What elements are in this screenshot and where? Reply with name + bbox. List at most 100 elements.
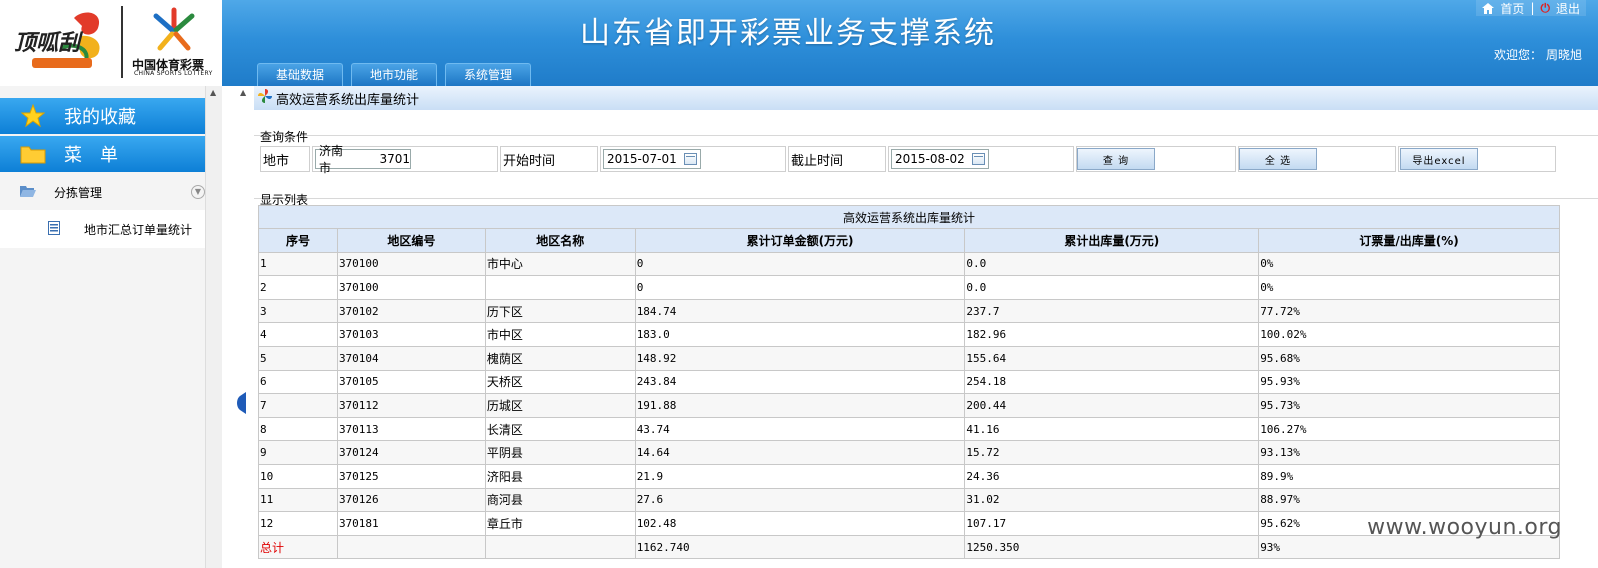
table-cell: 254.18 — [964, 369, 1260, 395]
main-content: ▲ 高效运营系统出库量统计 查询条件 地市 济南市 3701 开始时间 2015… — [240, 86, 1598, 568]
table-row: 3 370102 历下区 184.74 237.7 77.72% — [258, 298, 1560, 324]
chevron-down-icon[interactable]: ▼ — [191, 185, 205, 199]
table-cell: 370105 — [336, 369, 486, 395]
select-all-button[interactable]: 全 选 — [1239, 148, 1317, 170]
table-cell: 14.64 — [634, 440, 966, 465]
query-form: 地市 济南市 3701 开始时间 2015-07-01 截止时间 2015-08… — [260, 144, 1598, 175]
sidebar-group-sorting[interactable]: 分拣管理 ▼ — [0, 178, 205, 206]
end-time-label: 截止时间 — [791, 153, 844, 169]
search-button-cell: 查 询 — [1076, 146, 1236, 172]
table-cell: 天桥区 — [484, 369, 636, 395]
table-cell: 370112 — [336, 393, 486, 418]
home-link[interactable]: 首页 — [1500, 0, 1524, 17]
total-label: 总计 — [258, 534, 338, 560]
table-row: 10 370125 济阳县 21.9 24.36 89.9% — [258, 463, 1560, 489]
table-cell: 370103 — [336, 322, 486, 347]
table-cell: 0 — [634, 275, 966, 300]
export-button-cell: 导出excel — [1398, 146, 1556, 172]
table-cell: 370124 — [336, 440, 486, 465]
tab-city-functions[interactable]: 地市功能 — [351, 63, 438, 86]
leaf-label: 地市汇总订单量统计 — [84, 222, 193, 237]
table-cell: 182.96 — [964, 322, 1260, 347]
table-cell: 77.72% — [1258, 298, 1560, 324]
document-icon — [48, 220, 60, 238]
column-header: 序号 — [258, 228, 338, 253]
table-cell: 1 — [258, 251, 338, 277]
table-cell: 0.0 — [964, 251, 1260, 277]
menu-label: 菜 单 — [64, 145, 118, 166]
export-excel-button[interactable]: 导出excel — [1400, 148, 1478, 170]
table-cell: 6 — [258, 369, 338, 395]
table-row: 12 370181 章丘市 102.48 107.17 95.62% — [258, 511, 1560, 536]
table-cell: 183.0 — [634, 322, 966, 347]
header-bar: 顶呱刮 中国体育彩票 CHINA SPORTS LOTTERY 山东省即开彩票业… — [0, 0, 1598, 86]
table-cell: 89.9% — [1258, 463, 1560, 489]
table-row: 5 370104 槐荫区 148.92 155.64 95.68% — [258, 345, 1560, 371]
table-row: 2 370100 0 0.0 0% — [258, 275, 1560, 300]
table-cell: 0% — [1258, 251, 1560, 277]
logout-link[interactable]: 退出 — [1556, 0, 1580, 17]
sports-lottery-emblem-icon — [153, 7, 195, 51]
table-cell — [484, 534, 636, 560]
table-cell: 370102 — [336, 298, 486, 324]
table-cell: 8 — [258, 416, 338, 442]
table-row: 7 370112 历城区 191.88 200.44 95.73% — [258, 393, 1560, 418]
city-value-name: 济南市 — [319, 144, 344, 175]
table-row: 4 370103 市中区 183.0 182.96 100.02% — [258, 322, 1560, 347]
table-cell — [484, 275, 636, 300]
lottery-en-name: CHINA SPORTS LOTTERY — [134, 70, 213, 77]
sidebar: 我的收藏 菜 单 分拣管理 ▼ 地市汇总订单量统计 ▲ — [0, 86, 238, 568]
nav-tabs: 基础数据 地市功能 系统管理 — [257, 63, 532, 86]
page-title: 高效运营系统出库量统计 — [276, 92, 420, 108]
table-cell: 107.17 — [964, 511, 1260, 536]
user-name: 周晓旭 — [1545, 48, 1582, 62]
start-date-field[interactable]: 2015-07-01 — [603, 149, 701, 169]
table-cell: 191.88 — [634, 393, 966, 418]
calendar-icon[interactable] — [972, 153, 985, 165]
table-cell: 平阴县 — [484, 440, 636, 465]
table-cell: 市中心 — [484, 251, 636, 277]
table-cell: 9 — [258, 440, 338, 465]
start-date-value: 2015-07-01 — [607, 152, 677, 166]
table-cell: 0% — [1258, 275, 1560, 300]
app-title: 山东省即开彩票业务支撑系统 — [580, 16, 996, 51]
table-cell — [336, 534, 486, 560]
calendar-icon[interactable] — [684, 153, 697, 165]
sidebar-scrollbar[interactable]: ▲ — [205, 86, 222, 568]
page-title-bar: 高效运营系统出库量统计 — [254, 86, 1598, 110]
favorites-header[interactable]: 我的收藏 — [0, 98, 205, 134]
table-cell: 长清区 — [484, 416, 636, 442]
svg-text:顶呱刮: 顶呱刮 — [14, 30, 84, 56]
search-button[interactable]: 查 询 — [1077, 148, 1155, 170]
table-row: 1 370100 市中心 0 0.0 0% — [258, 251, 1560, 277]
scroll-up-icon[interactable]: ▲ — [210, 88, 216, 97]
table-cell: 370100 — [336, 251, 486, 277]
table-caption: 高效运营系统出库量统计 — [258, 205, 1560, 229]
table-cell: 3 — [258, 298, 338, 324]
tab-basic-data[interactable]: 基础数据 — [257, 63, 344, 86]
start-time-label: 开始时间 — [503, 153, 556, 169]
main-scroll-up-icon[interactable]: ▲ — [240, 88, 246, 97]
table-cell: 370113 — [336, 416, 486, 442]
start-input-cell: 2015-07-01 — [600, 146, 786, 172]
table-cell: 27.6 — [634, 487, 966, 513]
group-label: 分拣管理 — [54, 185, 103, 200]
menu-header[interactable]: 菜 单 — [0, 136, 205, 172]
table-row: 9 370124 平阴县 14.64 15.72 93.13% — [258, 440, 1560, 465]
folder-icon — [18, 144, 48, 164]
table-cell: 41.16 — [964, 416, 1260, 442]
table-cell: 95.73% — [1258, 393, 1560, 418]
table-cell: 100.02% — [1258, 322, 1560, 347]
tab-system-management[interactable]: 系统管理 — [445, 63, 532, 86]
city-label-cell: 地市 — [260, 146, 310, 172]
sidebar-item-city-order-stats[interactable]: 地市汇总订单量统计 — [0, 210, 238, 248]
table-caption-row: 高效运营系统出库量统计 — [258, 205, 1560, 229]
logo-area: 顶呱刮 中国体育彩票 CHINA SPORTS LOTTERY — [0, 0, 222, 86]
city-input[interactable]: 济南市 3701 — [315, 144, 411, 175]
end-date-field[interactable]: 2015-08-02 — [891, 149, 989, 169]
table-cell: 槐荫区 — [484, 345, 636, 371]
table-cell: 7 — [258, 393, 338, 418]
table-cell: 370181 — [336, 511, 486, 536]
dingguagua-logo-icon: 顶呱刮 — [14, 12, 100, 68]
table-cell: 21.9 — [634, 463, 966, 489]
